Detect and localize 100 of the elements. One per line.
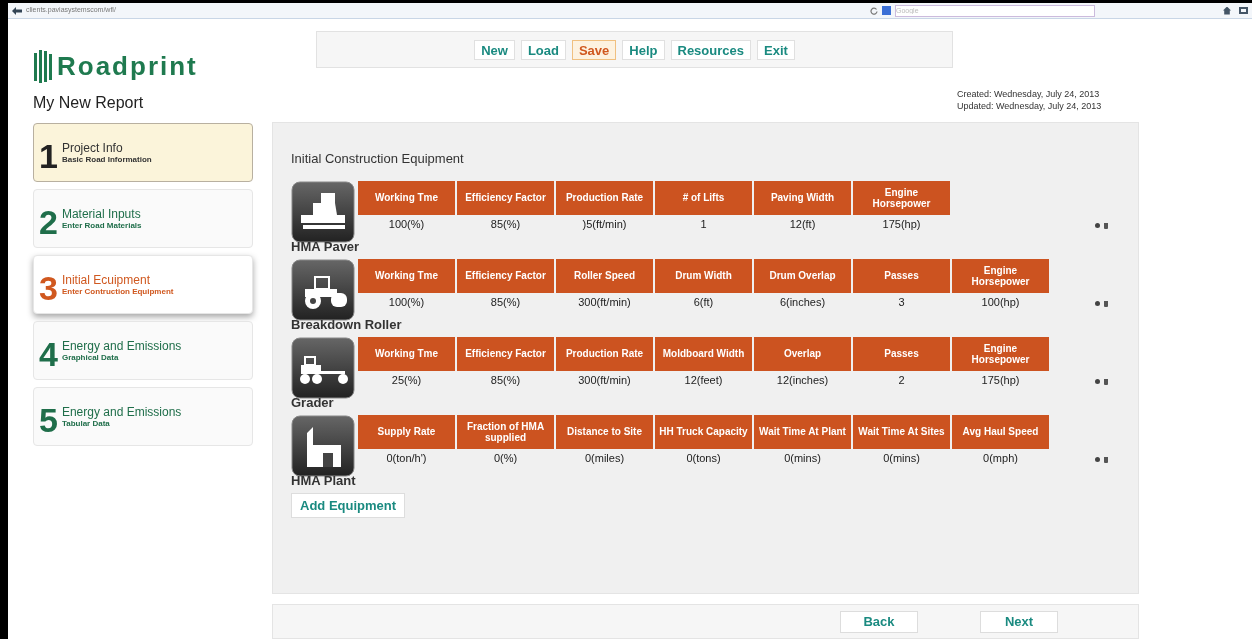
paver-icon	[291, 180, 355, 243]
window-icon[interactable]	[1239, 7, 1248, 14]
column-header: Working Tme	[358, 258, 455, 293]
field-value: 100(hp)	[980, 295, 1021, 311]
field-value: 100(%)	[387, 295, 426, 311]
field-value: 0(mins)	[882, 451, 921, 467]
column-header: Working Tme	[358, 180, 455, 215]
roller-icon	[291, 258, 355, 321]
add-equipment-button[interactable]: Add Equipment	[291, 492, 406, 518]
app-title: Roadprint	[57, 53, 198, 79]
column-header: Engine Horsepower	[952, 336, 1049, 371]
column-header: HH Truck Capacity	[655, 414, 752, 449]
field-value: 0(miles)	[583, 451, 626, 467]
back-button[interactable]: Back	[840, 610, 918, 633]
toolbar-button[interactable]: Exit	[757, 40, 795, 60]
column-header: Roller Speed	[556, 258, 653, 293]
toolbar-button[interactable]: New	[474, 40, 515, 60]
field-value: 100(%)	[387, 217, 426, 233]
section-title: Initial Construction Equipment	[291, 150, 465, 168]
column-header: Passes	[853, 258, 950, 293]
step-number: 1	[39, 138, 58, 173]
column-header: Supply Rate	[358, 414, 455, 449]
column-header: Avg Haul Speed	[952, 414, 1049, 449]
plant-icon	[291, 414, 355, 477]
toolbar-button[interactable]: Save	[571, 40, 617, 60]
home-icon[interactable]	[1223, 6, 1231, 15]
step-number: 5	[39, 402, 58, 437]
field-value: 300(ft/min)	[577, 373, 632, 389]
field-value: 3	[897, 295, 906, 311]
step-subtitle: Tabular Data	[61, 418, 111, 429]
field-value: 12(feet)	[683, 373, 724, 389]
field-value: 0(%)	[492, 451, 519, 467]
equipment-name: Grader	[291, 394, 334, 411]
step-title: Energy and Emissions	[61, 338, 182, 353]
column-header: Paving Width	[754, 180, 851, 215]
refresh-icon[interactable]	[870, 6, 878, 15]
field-value: 85(%)	[489, 295, 522, 311]
column-header: Wait Time At Plant	[754, 414, 851, 449]
step-title: Initial Ecuipment	[61, 272, 151, 287]
toolbar-button[interactable]: Help	[622, 40, 665, 60]
field-value: 0(mins)	[783, 451, 822, 467]
back-icon[interactable]	[12, 6, 22, 15]
step-number: 2	[39, 204, 58, 239]
equipment-name: HMA Paver	[291, 238, 360, 255]
equipment-name: HMA Plant	[291, 472, 356, 489]
column-header: Moldboard Width	[655, 336, 752, 371]
column-header: Efficiency Factor	[457, 336, 554, 371]
column-header: Production Rate	[556, 180, 653, 215]
toolbar-button[interactable]: Resources	[670, 40, 751, 60]
trash-icon[interactable]	[1104, 456, 1108, 463]
step-number: 3	[39, 270, 58, 305]
field-value: 6(inches)	[778, 295, 827, 311]
toolbar-button[interactable]: Load	[520, 40, 566, 60]
field-value: 0(tons)	[685, 451, 722, 467]
field-value: 12(ft)	[788, 217, 817, 233]
field-value: 0(mph)	[982, 451, 1019, 467]
column-header: Production Rate	[556, 336, 653, 371]
step-number: 4	[39, 336, 58, 371]
field-value: 175(hp)	[881, 217, 922, 233]
field-value: 12(inches)	[775, 373, 830, 389]
equipment-name: Breakdown Roller	[291, 316, 402, 333]
step-title: Energy and Emissions	[61, 404, 182, 419]
step-subtitle: Graphical Data	[61, 352, 120, 363]
field-value: 25(%)	[390, 373, 423, 389]
column-header: Working Tme	[358, 336, 455, 371]
column-header: Wait Time At Sites	[853, 414, 950, 449]
column-header: Drum Overlap	[754, 258, 851, 293]
step-subtitle: Enter Road Materials	[61, 220, 142, 231]
column-header: Efficiency Factor	[457, 258, 554, 293]
trash-icon[interactable]	[1104, 378, 1108, 385]
field-value: 1	[699, 217, 708, 233]
field-value: 6(ft)	[692, 295, 715, 311]
column-header: Engine Horsepower	[952, 258, 1049, 293]
column-header: Passes	[853, 336, 950, 371]
next-button[interactable]: Next	[980, 610, 1058, 633]
report-title: My New Report	[33, 93, 145, 113]
column-header: Engine Horsepower	[853, 180, 950, 215]
updated-date: Updated: Wednesday, July 24, 2013	[957, 100, 1102, 112]
trash-icon[interactable]	[1104, 300, 1108, 307]
field-value: 0(ton/h')	[385, 451, 428, 467]
step-subtitle: Enter Contruction Equipment	[61, 286, 174, 297]
field-value: 175(hp)	[980, 373, 1021, 389]
logo-icon	[33, 49, 53, 83]
column-header: Fraction of HMA supplied	[457, 414, 554, 449]
column-header: Drum Width	[655, 258, 752, 293]
created-date: Created: Wednesday, July 24, 2013	[957, 88, 1101, 100]
step-title: Project Info	[61, 140, 124, 155]
column-header: Overlap	[754, 336, 851, 371]
column-header: # of Lifts	[655, 180, 752, 215]
column-header: Efficiency Factor	[457, 180, 554, 215]
step-subtitle: Basic Road Information	[61, 154, 152, 165]
trash-icon[interactable]	[1104, 222, 1108, 229]
step-title: Material Inputs	[61, 206, 142, 221]
grader-icon	[291, 336, 355, 399]
field-value: 2	[897, 373, 906, 389]
field-value: 85(%)	[489, 217, 522, 233]
column-header: Distance to Site	[556, 414, 653, 449]
field-value: 300(ft/min)	[577, 295, 632, 311]
field-value: 85(%)	[489, 373, 522, 389]
field-value: )5(ft/min)	[581, 217, 628, 233]
